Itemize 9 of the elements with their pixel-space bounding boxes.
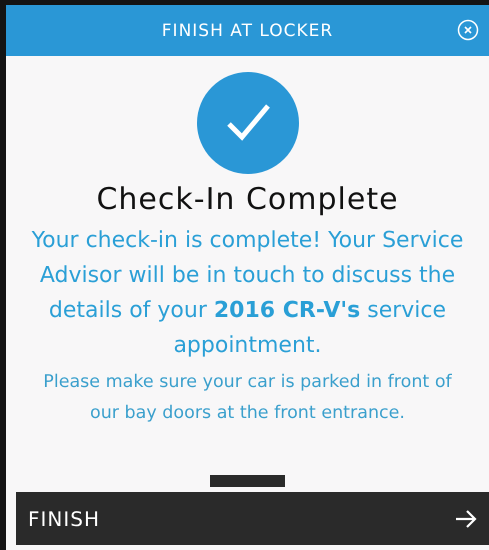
status-message: Your check-in is complete! Your Service Advisor will be in touch to discuss the details of your 2016 CR-V's service appointment.	[30, 227, 464, 360]
status-title: Check-In Complete	[96, 182, 399, 217]
close-button[interactable]	[457, 19, 479, 41]
parking-note: Please make sure your car is parked in front of our bay doors at the front entrance.	[42, 371, 453, 425]
header-title: FINISH AT LOCKER	[162, 20, 334, 40]
finish-button[interactable]: FINISH	[16, 492, 489, 545]
checkmark-icon	[196, 72, 298, 174]
arrow-right-icon	[455, 508, 477, 528]
close-icon	[457, 19, 479, 41]
